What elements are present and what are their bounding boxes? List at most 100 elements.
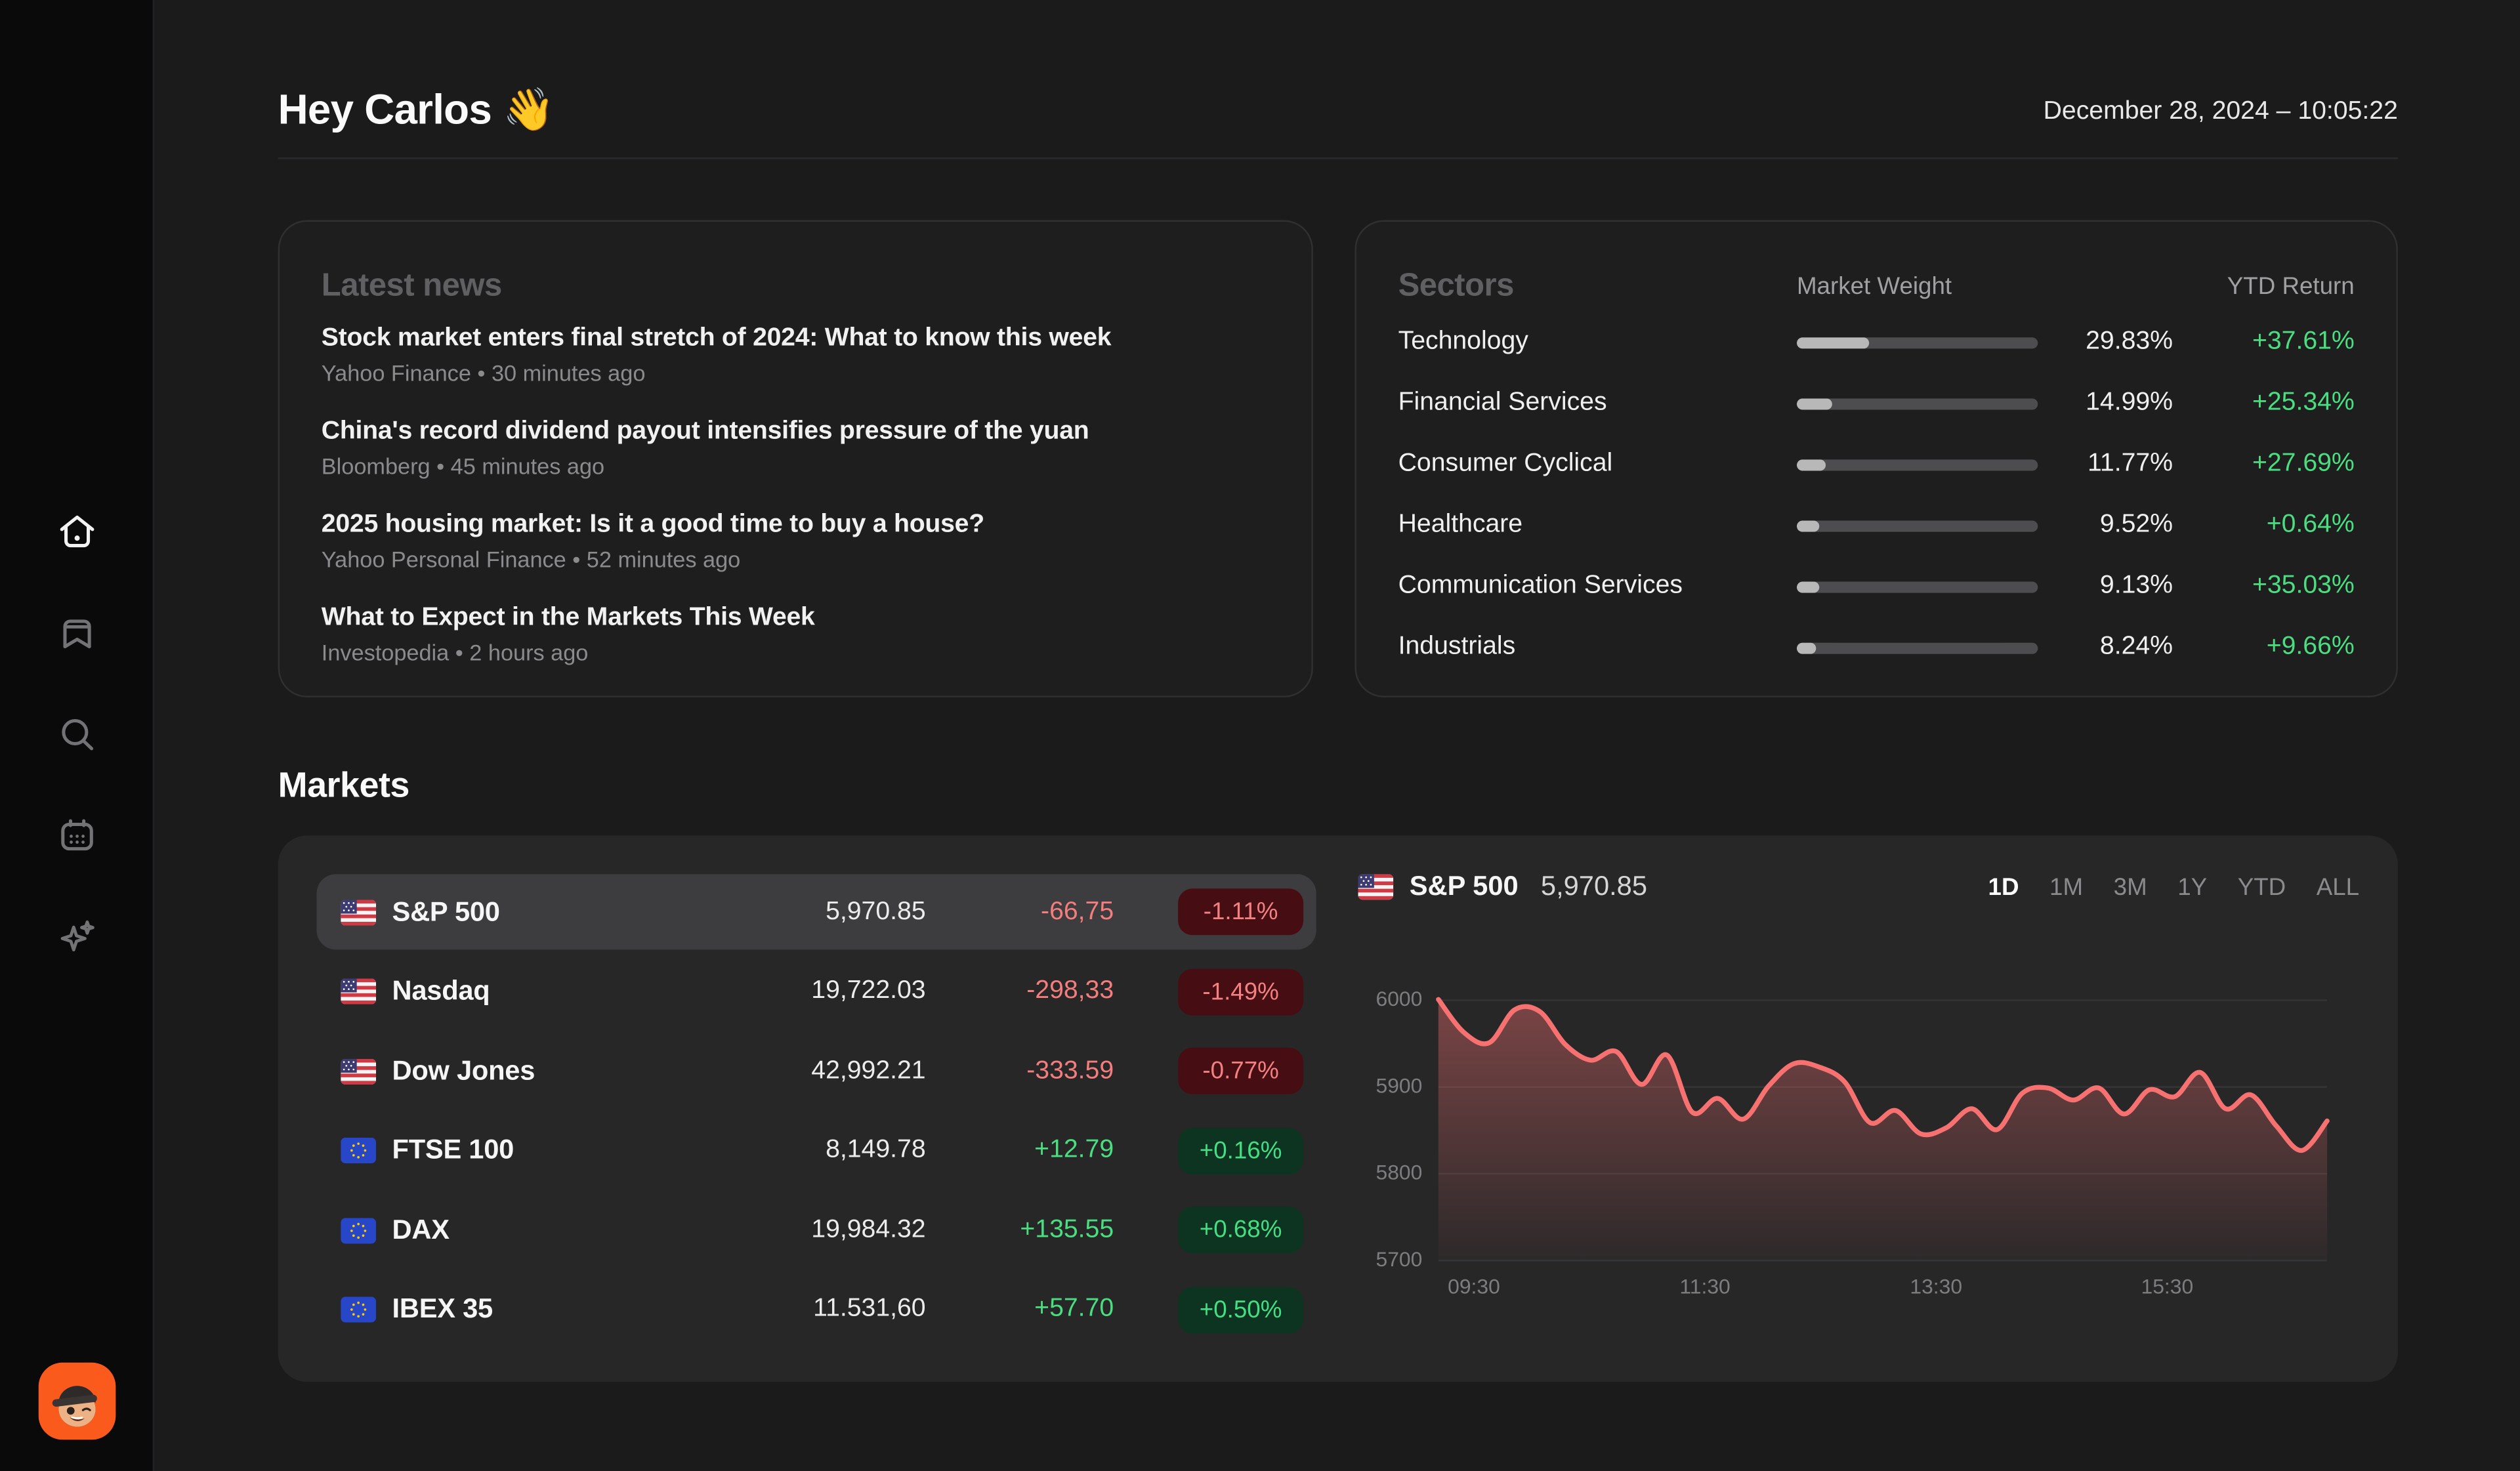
- weight-bar: [1797, 642, 2038, 653]
- top-cards: Latest news Stock market enters final st…: [278, 220, 2398, 697]
- weight-bar: [1797, 337, 2038, 348]
- index-change: -333.59: [926, 1056, 1114, 1085]
- wave-emoji: 👋: [503, 85, 555, 133]
- index-change-pct-badge: +0.16%: [1178, 1127, 1303, 1174]
- range-1d[interactable]: 1D: [1988, 873, 2019, 901]
- y-axis-tick: 5900: [1358, 1071, 1422, 1100]
- datetime-label: December 28, 2024 – 10:05:22: [2044, 93, 2398, 132]
- index-name: Nasdaq: [392, 976, 685, 1008]
- sector-ytd: +27.69%: [2173, 450, 2355, 479]
- sector-ytd: +0.64%: [2173, 511, 2355, 540]
- sidebar-item-calendar[interactable]: [55, 815, 97, 857]
- news-item[interactable]: 2025 housing market: Is it a good time t…: [322, 508, 1270, 575]
- news-item[interactable]: Stock market enters final stretch of 202…: [322, 321, 1270, 389]
- market-row-nasdaq[interactable]: Nasdaq 19,722.03 -298,33 -1.49%: [316, 953, 1316, 1029]
- sectors-rows: Technology 29.83% +37.61% Financial Serv…: [1398, 325, 2355, 665]
- sectors-card-title: Sectors: [1398, 267, 1797, 306]
- sector-ytd: +9.66%: [2173, 633, 2355, 662]
- news-headline: What to Expect in the Markets This Week: [322, 601, 1270, 636]
- sector-name: Industrials: [1398, 633, 1797, 662]
- sector-name: Communication Services: [1398, 572, 1797, 601]
- sector-weight: 9.13%: [2038, 572, 2173, 601]
- sector-ytd: +37.61%: [2173, 328, 2355, 357]
- news-item[interactable]: China's record dividend payout intensifi…: [322, 415, 1270, 482]
- sector-row: Financial Services 14.99% +25.34%: [1398, 386, 2355, 421]
- sidebar-item-search[interactable]: [55, 713, 97, 755]
- us-flag-icon: [1358, 874, 1393, 900]
- range-1y[interactable]: 1Y: [2177, 873, 2207, 901]
- index-change: -66,75: [926, 898, 1114, 926]
- sectors-card: Sectors Market Weight YTD Return Technol…: [1354, 220, 2397, 697]
- weight-bar: [1797, 520, 2038, 531]
- sidebar-item-home[interactable]: [55, 511, 97, 553]
- index-name: Dow Jones: [392, 1055, 685, 1087]
- bookmark-icon: [55, 612, 97, 654]
- calendar-icon: [55, 815, 97, 857]
- index-value: 42,992.21: [684, 1056, 925, 1085]
- sector-weight: 8.24%: [2038, 633, 2173, 662]
- sector-name: Financial Services: [1398, 389, 1797, 418]
- market-row-dowjones[interactable]: Dow Jones 42,992.21 -333.59 -0.77%: [316, 1033, 1316, 1109]
- news-item[interactable]: What to Expect in the Markets This Week …: [322, 601, 1270, 669]
- news-headline: Stock market enters final stretch of 202…: [322, 321, 1270, 357]
- sector-weight: 9.52%: [2038, 511, 2173, 540]
- sector-row: Technology 29.83% +37.61%: [1398, 325, 2355, 360]
- sector-ytd: +35.03%: [2173, 572, 2355, 601]
- plot-box: 09:30 11:30 13:30 15:30: [1438, 999, 2327, 1260]
- price-chart-svg: [1438, 999, 2327, 1260]
- page-title: Hey Carlos 👋: [278, 80, 555, 138]
- range-1m[interactable]: 1M: [2049, 873, 2083, 901]
- sectors-header: Sectors Market Weight YTD Return: [1398, 267, 2355, 306]
- ytd-return-column-label: YTD Return: [2173, 272, 2355, 300]
- sidebar-item-assistant[interactable]: [55, 916, 97, 958]
- range-ytd[interactable]: YTD: [2238, 873, 2286, 901]
- y-axis-tick: 5700: [1358, 1245, 1422, 1274]
- market-row-ibex35[interactable]: IBEX 35 11.531,60 +57.70 +0.50%: [316, 1272, 1316, 1347]
- eu-flag-icon: [341, 1217, 376, 1243]
- index-change: -298,33: [926, 977, 1114, 1006]
- market-row-sp500[interactable]: S&P 500 5,970.85 -66,75 -1.11%: [316, 874, 1316, 949]
- search-icon: [55, 713, 97, 755]
- market-row-ftse100[interactable]: FTSE 100 8,149.78 +12.79 +0.16%: [316, 1113, 1316, 1188]
- index-name: FTSE 100: [392, 1134, 685, 1167]
- news-card-title: Latest news: [322, 267, 1270, 306]
- index-change-pct-badge: +0.50%: [1178, 1286, 1303, 1333]
- range-all[interactable]: ALL: [2317, 873, 2359, 901]
- sector-name: Technology: [1398, 328, 1797, 357]
- sector-weight: 29.83%: [2038, 328, 2173, 357]
- home-icon: [55, 511, 97, 553]
- price-chart: S&P 500 5,970.85 1D 1M 3M 1Y YTD ALL 600…: [1358, 835, 2359, 1382]
- index-value: 11.531,60: [684, 1295, 925, 1324]
- markets-panel: S&P 500 5,970.85 -66,75 -1.11% Nasdaq 19…: [278, 835, 2398, 1382]
- news-headline: China's record dividend payout intensifi…: [322, 415, 1270, 450]
- index-change-pct-badge: +0.68%: [1178, 1207, 1303, 1253]
- sidebar-item-bookmarks[interactable]: [55, 612, 97, 654]
- header-divider: [278, 157, 2398, 159]
- x-axis-tick: 13:30: [1910, 1273, 1962, 1302]
- range-3m[interactable]: 3M: [2114, 873, 2147, 901]
- news-headline: 2025 housing market: Is it a good time t…: [322, 508, 1270, 543]
- latest-news-card: Latest news Stock market enters final st…: [278, 220, 1313, 697]
- news-meta: Yahoo Finance • 30 minutes ago: [322, 357, 1270, 389]
- sector-row: Healthcare 9.52% +0.64%: [1398, 508, 2355, 543]
- index-change-pct-badge: -1.11%: [1178, 888, 1303, 935]
- chart-area-fill: [1438, 999, 2327, 1260]
- y-axis-tick: 6000: [1358, 985, 1422, 1014]
- weight-bar: [1797, 398, 2038, 409]
- news-meta: Yahoo Personal Finance • 52 minutes ago: [322, 543, 1270, 575]
- eu-flag-icon: [341, 1138, 376, 1163]
- us-flag-icon: [341, 899, 376, 924]
- eu-flag-icon: [341, 1296, 376, 1322]
- index-change-pct-badge: -1.49%: [1178, 968, 1303, 1015]
- index-value: 19,722.03: [684, 977, 925, 1006]
- user-avatar[interactable]: [39, 1362, 116, 1440]
- market-row-dax[interactable]: DAX 19,984.32 +135.55 +0.68%: [316, 1192, 1316, 1268]
- index-change-pct-badge: -0.77%: [1178, 1048, 1303, 1094]
- page-header: Hey Carlos 👋 December 28, 2024 – 10:05:2…: [278, 80, 2398, 138]
- index-name: S&P 500: [392, 896, 685, 928]
- chart-header: S&P 500 5,970.85 1D 1M 3M 1Y YTD ALL: [1358, 871, 2359, 903]
- gridline: [1438, 1260, 2327, 1261]
- x-axis-tick: 11:30: [1679, 1273, 1730, 1302]
- sidebar: [0, 0, 154, 1471]
- weight-bar: [1797, 581, 2038, 592]
